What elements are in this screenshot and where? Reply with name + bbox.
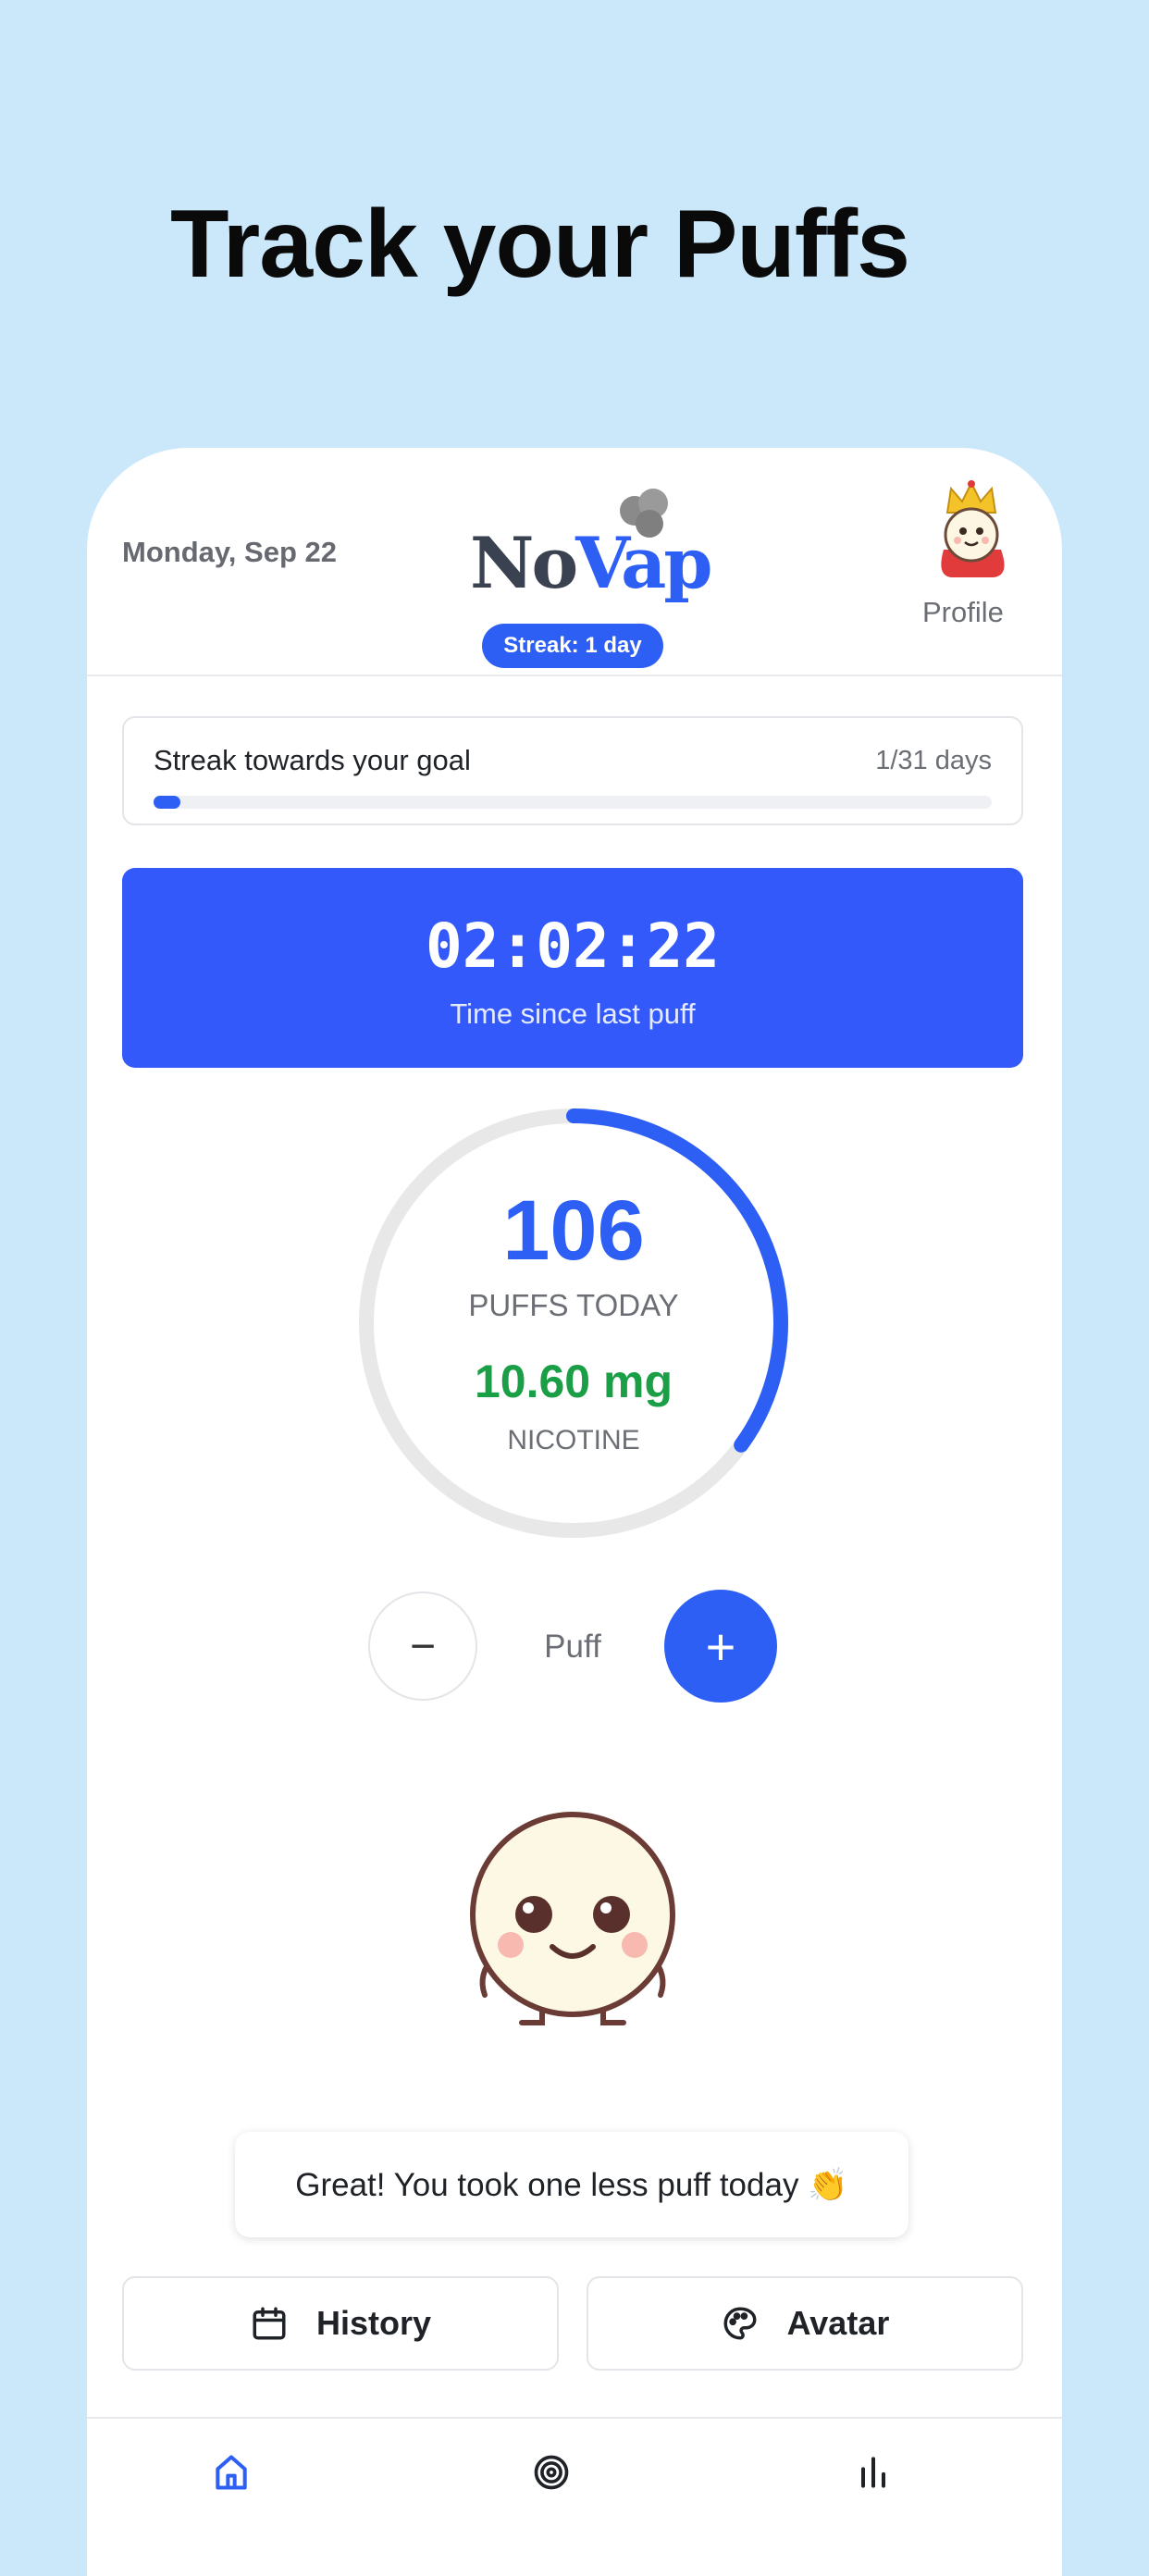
history-button[interactable]: History — [122, 2276, 559, 2371]
mascot-character — [470, 1812, 675, 2025]
phone-screen: Monday, Sep 22 NoVap Streak: 1 day Profi… — [87, 448, 1062, 2576]
profile-avatar[interactable] — [927, 476, 1016, 581]
calendar-icon — [253, 2307, 286, 2340]
goal-progress-fill — [154, 796, 180, 809]
puffs-count: 106 — [502, 1183, 645, 1278]
timer-value: 02:02:22 — [426, 910, 720, 982]
puffs-label: PUFFS TODAY — [468, 1288, 679, 1322]
timer-label: Time since last puff — [450, 997, 696, 1030]
timer-card: 02:02:22 Time since last puff — [122, 868, 1023, 1068]
app-logo: NoVap — [470, 522, 713, 604]
nicotine-value: 10.60 mg — [474, 1356, 673, 1407]
avatar-label: Avatar — [786, 2304, 890, 2342]
goal-title: Streak towards your goal — [154, 744, 471, 776]
bar-chart-icon[interactable] — [853, 2452, 894, 2493]
profile-label[interactable]: Profile — [922, 596, 1004, 629]
streak-badge: Streak: 1 day — [482, 624, 663, 668]
decrement-puff-button[interactable]: − — [368, 1591, 477, 1701]
home-icon[interactable] — [211, 2452, 252, 2493]
palette-icon — [723, 2307, 757, 2340]
avatar-button[interactable]: Avatar — [587, 2276, 1023, 2371]
puffs-summary: 106 PUFFS TODAY 10.60 mg NICOTINE — [357, 1107, 790, 1540]
nicotine-label: NICOTINE — [507, 1425, 640, 1455]
logo-no: No — [470, 522, 578, 604]
goal-progress-track — [154, 796, 992, 809]
target-icon[interactable] — [531, 2452, 572, 2493]
tab-bar-divider — [87, 2417, 1062, 2419]
encouragement-message: Great! You took one less puff today 👏 — [235, 2132, 908, 2237]
promo-headline: Track your Puffs — [170, 191, 910, 298]
increment-puff-button[interactable]: + — [664, 1590, 777, 1703]
message-bubble-tip — [550, 2110, 598, 2134]
puff-label: Puff — [544, 1629, 601, 1665]
goal-progress-card: Streak towards your goal 1/31 days — [122, 716, 1023, 825]
logo-vap: Vap — [575, 522, 712, 604]
header-divider — [87, 675, 1062, 676]
history-label: History — [315, 2304, 432, 2342]
goal-days: 1/31 days — [875, 746, 992, 775]
current-date: Monday, Sep 22 — [122, 536, 337, 568]
